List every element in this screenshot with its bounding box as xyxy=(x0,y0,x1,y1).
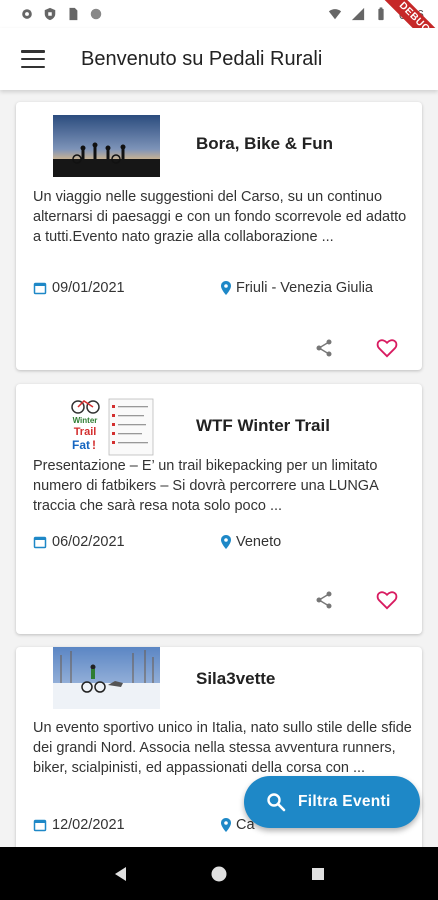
event-location-text: Veneto xyxy=(236,534,282,550)
favorite-icon[interactable] xyxy=(376,338,398,358)
event-card[interactable]: Winter Trail Fat ! WTF Winter Trail Pres… xyxy=(16,384,422,634)
event-date-text: 09/01/2021 xyxy=(52,280,125,296)
svg-text:!: ! xyxy=(92,438,96,452)
snow-biker-photo xyxy=(53,647,160,709)
filter-events-button[interactable]: Filtra Eventi xyxy=(244,776,420,828)
status-bar: 6:46 DEBUG xyxy=(0,0,438,60)
event-image xyxy=(53,647,160,709)
event-date: 09/01/2021 xyxy=(33,280,125,296)
svg-text:Winter: Winter xyxy=(73,416,98,425)
event-title[interactable]: Sila3vette xyxy=(196,669,275,689)
event-location: Ca xyxy=(221,817,255,833)
page-title: Benvenuto su Pedali Rurali xyxy=(81,47,323,70)
event-card[interactable]: Bora, Bike & Fun Un viaggio nelle sugges… xyxy=(16,102,422,370)
system-nav-bar xyxy=(0,847,438,900)
calendar-icon xyxy=(33,282,47,295)
share-icon[interactable] xyxy=(314,338,334,358)
event-description: Presentazione – E’ un trail bikepacking … xyxy=(33,458,378,514)
search-icon xyxy=(267,793,286,812)
event-image xyxy=(53,115,160,177)
battery-icon xyxy=(378,7,384,21)
app-bar: Benvenuto su Pedali Rurali xyxy=(0,28,438,90)
calendar-icon xyxy=(33,819,47,832)
event-location: Friuli - Venezia Giulia xyxy=(221,280,373,296)
location-pin-icon xyxy=(221,281,231,295)
wifi-icon xyxy=(328,9,341,20)
event-date-text: 06/02/2021 xyxy=(52,534,125,550)
winter-trail-fat-logo: Winter Trail Fat ! xyxy=(53,397,160,459)
event-date: 06/02/2021 xyxy=(33,534,125,550)
circle-icon xyxy=(90,8,102,20)
calendar-icon xyxy=(33,536,47,549)
location-pin-icon xyxy=(221,535,231,549)
location-pin-icon xyxy=(221,818,231,832)
sim-card-icon xyxy=(69,7,78,21)
share-icon[interactable] xyxy=(314,590,334,610)
event-image: Winter Trail Fat ! xyxy=(53,397,160,459)
event-date-text: 12/02/2021 xyxy=(52,817,125,833)
gear-icon xyxy=(22,9,32,19)
home-button[interactable] xyxy=(207,862,231,886)
event-description: Un evento sportivo unico in Italia, nato… xyxy=(33,720,412,776)
sunset-cyclists-photo xyxy=(53,115,160,177)
event-date: 12/02/2021 xyxy=(33,817,125,833)
signal-icon xyxy=(351,7,364,21)
svg-text:Fat: Fat xyxy=(72,438,90,452)
back-icon xyxy=(114,866,126,881)
event-description: Un viaggio nelle suggestioni del Carso, … xyxy=(33,189,407,245)
recents-icon xyxy=(312,867,325,880)
shield-icon xyxy=(44,7,56,21)
event-location: Veneto xyxy=(221,534,281,550)
back-button[interactable] xyxy=(108,862,132,886)
home-icon xyxy=(211,866,227,881)
event-title[interactable]: WTF Winter Trail xyxy=(196,416,330,436)
event-title[interactable]: Bora, Bike & Fun xyxy=(196,134,333,154)
filter-events-label: Filtra Eventi xyxy=(298,793,391,810)
event-list[interactable]: Bora, Bike & Fun Un viaggio nelle sugges… xyxy=(0,90,438,847)
recents-button[interactable] xyxy=(306,862,330,886)
menu-icon[interactable] xyxy=(21,50,45,68)
event-location-text: Friuli - Venezia Giulia xyxy=(236,280,373,296)
svg-text:Trail: Trail xyxy=(74,426,97,438)
favorite-icon[interactable] xyxy=(376,590,398,610)
